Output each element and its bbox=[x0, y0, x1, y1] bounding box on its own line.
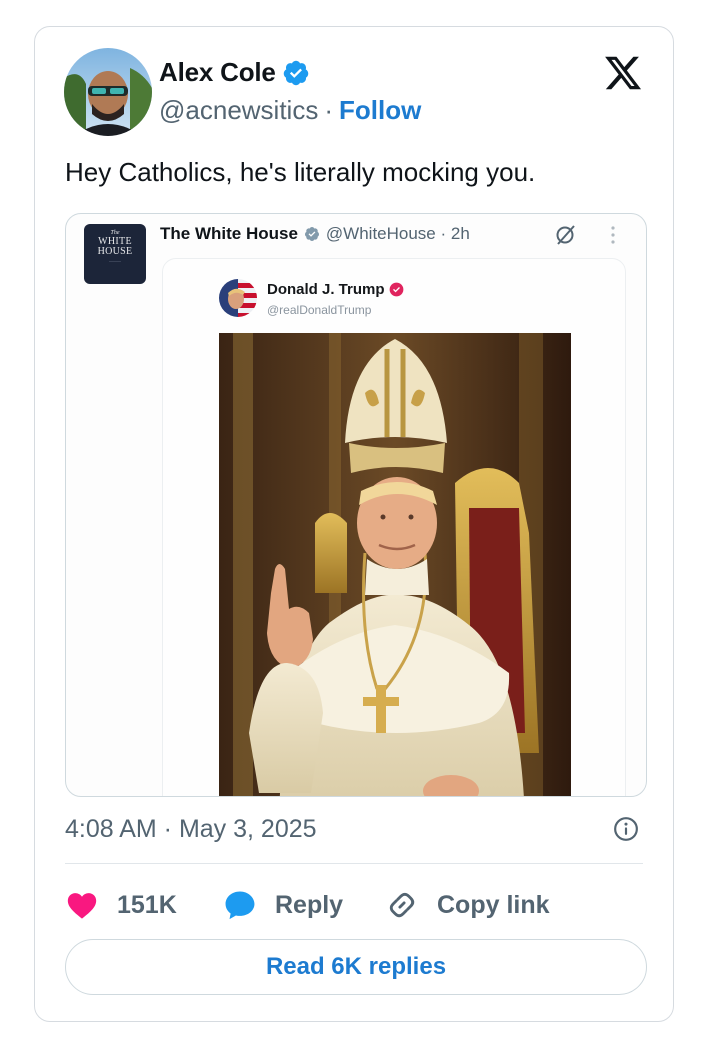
embedded-account-row: The White House @WhiteHouse · 2h bbox=[160, 224, 470, 244]
tweet-text: Hey Catholics, he's literally mocking yo… bbox=[65, 157, 536, 187]
read-replies-button[interactable]: Read 6K replies bbox=[65, 939, 647, 995]
tweet-timestamp[interactable]: 4:08 AM · May 3, 2025 bbox=[65, 815, 317, 844]
speech-bubble-icon bbox=[225, 891, 255, 920]
pope-image[interactable] bbox=[219, 333, 571, 796]
heart-icon bbox=[67, 893, 97, 919]
author-handle-row: @acnewsitics · Follow bbox=[159, 95, 421, 126]
quoted-author-handle: @realDonaldTrump bbox=[267, 303, 372, 317]
quoted-author-avatar bbox=[219, 279, 257, 317]
divider bbox=[65, 863, 643, 864]
copy-link-label: Copy link bbox=[437, 890, 550, 919]
embedded-account-handle[interactable]: @WhiteHouse · 2h bbox=[326, 224, 470, 244]
white-house-logo: The WHITE HOUSE ——— bbox=[84, 224, 146, 284]
link-icon bbox=[389, 892, 415, 918]
author-name-row: Alex Cole bbox=[159, 57, 310, 88]
grok-icon[interactable] bbox=[554, 223, 578, 247]
verified-badge-icon bbox=[283, 60, 308, 85]
follow-button[interactable]: Follow bbox=[339, 95, 421, 125]
info-icon[interactable] bbox=[613, 816, 639, 842]
reply-button[interactable]: Reply bbox=[223, 885, 343, 925]
quoted-author-name: Donald J. Trump bbox=[267, 281, 385, 298]
tweet-card: Alex Cole @acnewsitics · Follow Hey Cathol… bbox=[34, 26, 674, 1022]
author-handle[interactable]: @acnewsitics bbox=[159, 95, 318, 125]
quoted-author-row: Donald J. Trump bbox=[267, 281, 404, 298]
x-logo-icon[interactable] bbox=[603, 53, 643, 93]
author-avatar[interactable] bbox=[64, 48, 152, 136]
embedded-post[interactable]: The WHITE HOUSE ——— The White House @Whi… bbox=[65, 213, 647, 797]
gray-verified-badge-icon bbox=[304, 227, 319, 241]
separator-dot: · bbox=[324, 95, 333, 125]
reply-label: Reply bbox=[275, 890, 344, 919]
like-button[interactable]: 151K bbox=[65, 885, 177, 925]
copy-link-button[interactable]: Copy link bbox=[385, 885, 550, 925]
embedded-account-name[interactable]: The White House bbox=[160, 224, 298, 244]
quoted-post[interactable]: Donald J. Trump @realDonaldTrump bbox=[162, 258, 626, 796]
pink-verified-badge-icon bbox=[389, 282, 403, 297]
like-count: 151K bbox=[117, 890, 177, 919]
more-options-icon[interactable] bbox=[608, 224, 618, 246]
author-name[interactable]: Alex Cole bbox=[159, 57, 276, 88]
